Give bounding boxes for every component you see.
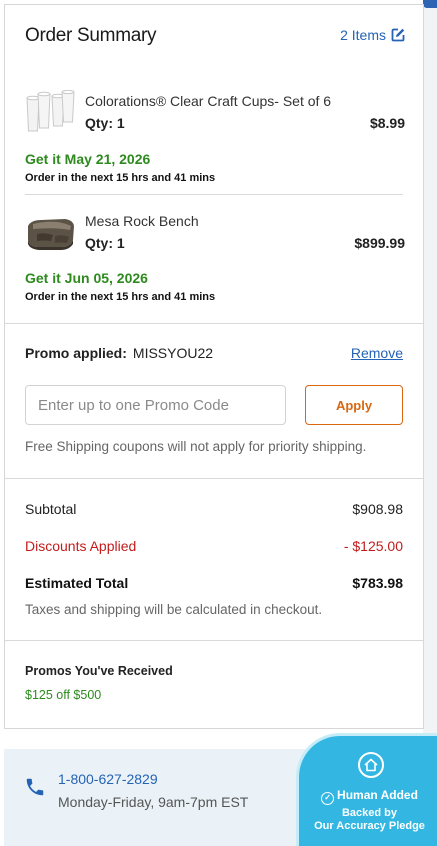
item-qty: Qty: 1	[85, 115, 125, 131]
delivery-estimate: Get it Jun 05, 2026	[25, 270, 148, 286]
promos-received-title: Promos You've Received	[25, 664, 173, 678]
discount-label: Discounts Applied	[25, 538, 137, 554]
order-cutoff: Order in the next 15 hrs and 41 mins	[25, 172, 216, 184]
subtotal-value: $908.98	[352, 501, 403, 517]
discount-row: Discounts Applied - $125.00	[25, 538, 403, 556]
phone-number-link[interactable]: 1-800-627-2829	[58, 771, 158, 787]
item-qty: Qty: 1	[85, 235, 125, 251]
divider	[5, 323, 423, 324]
promo-applied-code: MISSYOU22	[132, 345, 214, 361]
divider	[5, 640, 423, 641]
cart-item: Colorations® Clear Craft Cups- Set of 6 …	[25, 87, 405, 184]
discount-value: - $125.00	[343, 538, 403, 554]
subtotal-row: Subtotal $908.98	[25, 501, 403, 519]
promo-code-input[interactable]	[25, 385, 286, 425]
delivery-estimate: Get it May 21, 2026	[25, 151, 151, 167]
top-edge-tab	[423, 0, 437, 8]
cart-item: Mesa Rock Bench Qty: 1 $899.99 Get it Ju…	[25, 208, 405, 304]
subtotal-label: Subtotal	[25, 501, 77, 517]
promo-applied-row: Promo applied: MISSYOU22	[25, 345, 213, 361]
divider	[25, 194, 403, 195]
apply-promo-button[interactable]: Apply	[305, 385, 403, 425]
items-edit-link[interactable]: 2 Items	[340, 27, 405, 43]
order-summary-header: Order Summary 2 Items	[25, 25, 405, 49]
badge-subtitle-line1: Backed by	[341, 807, 398, 819]
order-cutoff: Order in the next 15 hrs and 41 mins	[25, 291, 216, 303]
page-title: Order Summary	[25, 25, 157, 46]
free-shipping-note: Free Shipping coupons will not apply for…	[25, 439, 367, 454]
check-icon: ✓	[321, 792, 335, 805]
phone-icon	[24, 776, 46, 803]
remove-promo-link[interactable]: Remove	[351, 345, 403, 361]
estimated-total-label: Estimated Total	[25, 575, 129, 591]
item-price: $899.99	[354, 235, 405, 251]
badge-subtitle-line2: Our Accuracy Pledge	[314, 820, 425, 832]
order-summary-card: Order Summary 2 Items Colorations® Clear…	[4, 4, 424, 729]
items-count-label: 2 Items	[340, 27, 386, 43]
estimated-total-row: Estimated Total $783.98	[25, 575, 403, 593]
item-name[interactable]: Mesa Rock Bench	[85, 213, 199, 229]
support-hours: Monday-Friday, 9am-7pm EST	[58, 794, 249, 810]
clear-cups-image	[25, 89, 77, 134]
item-price: $8.99	[369, 115, 405, 131]
badge-subtitle: Backed by Our Accuracy Pledge	[299, 807, 437, 833]
edit-icon	[391, 28, 405, 42]
accuracy-pledge-badge[interactable]: ✓ Human Added Backed by Our Accuracy Pled…	[296, 733, 437, 846]
tax-note: Taxes and shipping will be calculated in…	[25, 602, 323, 617]
estimated-total-value: $783.98	[352, 575, 403, 591]
divider	[5, 478, 423, 479]
home-icon	[358, 752, 384, 778]
promo-received-item: $125 off $500	[25, 688, 102, 702]
rock-bench-image	[25, 214, 77, 258]
badge-title: Human Added	[337, 788, 418, 802]
item-name[interactable]: Colorations® Clear Craft Cups- Set of 6	[85, 93, 331, 109]
right-edge-strip	[423, 0, 437, 735]
promo-applied-label: Promo applied:	[25, 345, 127, 361]
badge-title-row: ✓ Human Added	[299, 788, 437, 805]
